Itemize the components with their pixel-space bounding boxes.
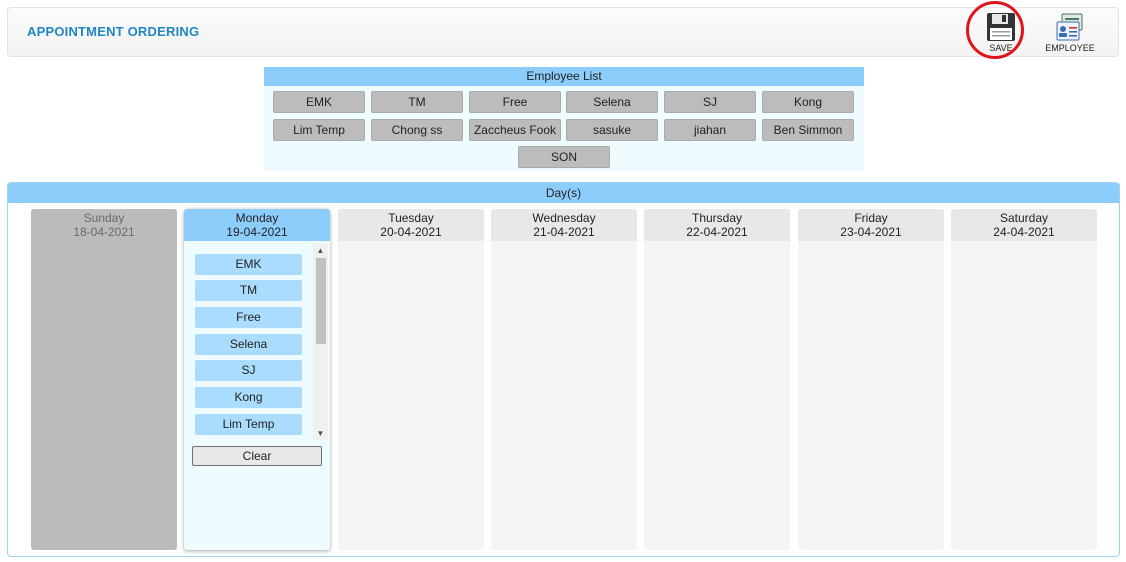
- assigned-employee-item[interactable]: Selena: [195, 334, 302, 355]
- assigned-employee-item[interactable]: Kong: [195, 387, 302, 408]
- day-header: Thursday 22-04-2021: [644, 209, 790, 241]
- save-label: SAVE: [989, 43, 1013, 53]
- employee-chip[interactable]: Selena: [566, 91, 658, 113]
- day-column-thursday[interactable]: Thursday 22-04-2021: [644, 209, 790, 550]
- day-name: Wednesday: [532, 211, 596, 225]
- assigned-employee-item[interactable]: SJ: [195, 360, 302, 381]
- assigned-employee-item[interactable]: Free: [195, 307, 302, 328]
- assigned-employee-item[interactable]: Lim Temp: [195, 414, 302, 435]
- day-header: Saturday 24-04-2021: [951, 209, 1097, 241]
- day-header: Tuesday 20-04-2021: [338, 209, 484, 241]
- assigned-employee-item[interactable]: TM: [195, 280, 302, 301]
- employee-chip[interactable]: Ben Simmon: [762, 119, 854, 141]
- days-title: Day(s): [8, 183, 1119, 203]
- scroll-down-arrow-icon[interactable]: ▼: [313, 427, 328, 440]
- day-date: 22-04-2021: [686, 225, 748, 239]
- employee-chip[interactable]: Zaccheus Fook: [469, 119, 561, 141]
- day-name: Monday: [235, 211, 279, 225]
- day-name: Tuesday: [388, 211, 434, 225]
- employee-chip[interactable]: EMK: [273, 91, 365, 113]
- day-date: 21-04-2021: [533, 225, 595, 239]
- day-column-wednesday[interactable]: Wednesday 21-04-2021: [491, 209, 637, 550]
- day-column-friday[interactable]: Friday 23-04-2021: [798, 209, 944, 550]
- employee-chip[interactable]: jiahan: [664, 119, 756, 141]
- day-name: Friday: [854, 211, 888, 225]
- employee-chip[interactable]: sasuke: [566, 119, 658, 141]
- day-date: 20-04-2021: [380, 225, 442, 239]
- days-panel: Day(s) Sunday 18-04-2021 Monday 19-04-20…: [7, 182, 1120, 557]
- employee-chip[interactable]: Chong ss: [371, 119, 463, 141]
- day-header: Friday 23-04-2021: [798, 209, 944, 241]
- employee-chip[interactable]: Lim Temp: [273, 119, 365, 141]
- employee-chip[interactable]: Kong: [762, 91, 854, 113]
- day-date: 19-04-2021: [226, 225, 288, 239]
- employee-chip[interactable]: Free: [469, 91, 561, 113]
- day-header: Wednesday 21-04-2021: [491, 209, 637, 241]
- employee-button[interactable]: EMPLOYEE: [1040, 12, 1100, 56]
- save-button[interactable]: SAVE: [971, 12, 1031, 56]
- assigned-employee-item[interactable]: EMK: [195, 254, 302, 275]
- day-column-sunday: Sunday 18-04-2021: [31, 209, 177, 550]
- employee-card-icon: [1056, 13, 1083, 41]
- header-bar: APPOINTMENT ORDERING SAVE EMPLOYEE: [7, 7, 1119, 57]
- floppy-disk-icon: [987, 13, 1015, 41]
- day-column-monday[interactable]: Monday 19-04-2021 EMK TM Free Selena SJ …: [184, 209, 330, 550]
- assigned-employee-list[interactable]: EMK TM Free Selena SJ Kong Lim Temp ▲ ▼: [190, 244, 328, 440]
- day-name: Saturday: [999, 211, 1049, 225]
- day-date: 23-04-2021: [840, 225, 902, 239]
- day-column-tuesday[interactable]: Tuesday 20-04-2021: [338, 209, 484, 550]
- employee-list-panel: Employee List EMK TM Free Selena SJ Kong…: [264, 67, 864, 171]
- day-date: 18-04-2021: [73, 225, 135, 239]
- day-header: Sunday 18-04-2021: [31, 209, 177, 241]
- page-title: APPOINTMENT ORDERING: [27, 24, 200, 39]
- employee-chip[interactable]: SON: [518, 146, 610, 168]
- clear-button[interactable]: Clear: [192, 446, 322, 466]
- employee-label: EMPLOYEE: [1045, 43, 1095, 53]
- day-header: Monday 19-04-2021: [184, 209, 330, 241]
- day-date: 24-04-2021: [993, 225, 1055, 239]
- scroll-up-arrow-icon[interactable]: ▲: [313, 244, 328, 257]
- employee-chip[interactable]: TM: [371, 91, 463, 113]
- list-scrollbar[interactable]: ▲ ▼: [313, 244, 328, 440]
- employee-list-title: Employee List: [264, 67, 864, 86]
- day-name: Sunday: [83, 211, 125, 225]
- scrollbar-thumb[interactable]: [316, 258, 326, 344]
- day-column-saturday[interactable]: Saturday 24-04-2021: [951, 209, 1097, 550]
- day-name: Thursday: [691, 211, 743, 225]
- employee-chip[interactable]: SJ: [664, 91, 756, 113]
